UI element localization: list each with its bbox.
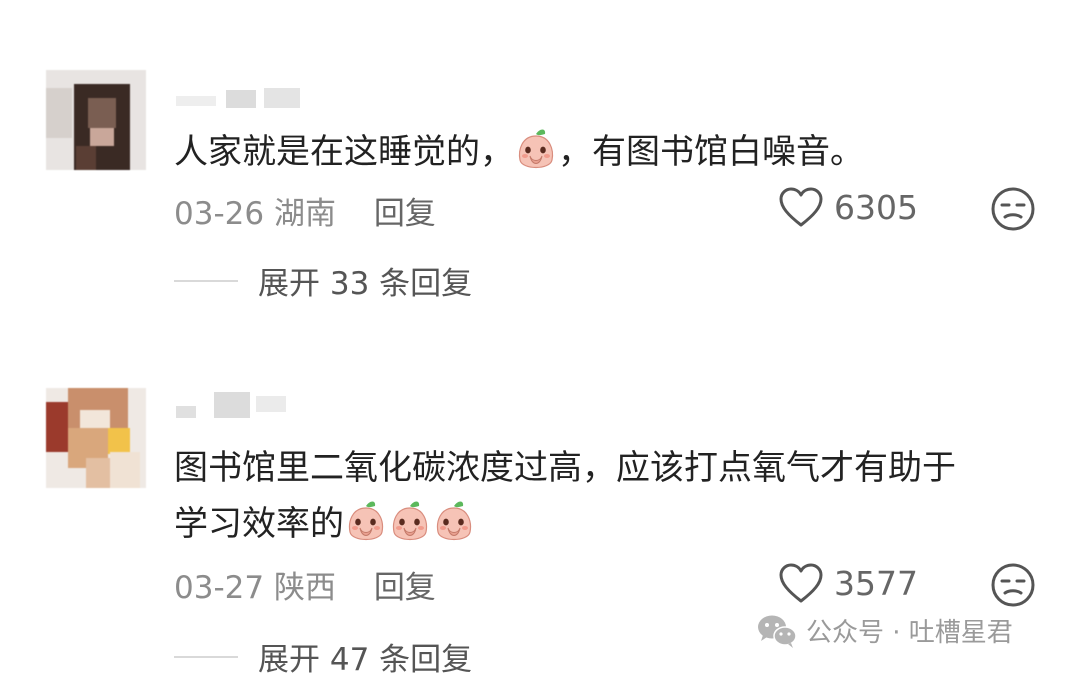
divider-line bbox=[174, 655, 238, 658]
wechat-icon bbox=[758, 615, 797, 648]
dislike-face-icon[interactable] bbox=[990, 562, 1036, 608]
comment-date: 03-27 bbox=[174, 570, 265, 606]
heart-icon bbox=[779, 563, 823, 603]
peach-emoji-icon bbox=[348, 500, 384, 541]
reply-button[interactable]: 回复 bbox=[374, 570, 436, 606]
username-blurred[interactable] bbox=[176, 392, 296, 418]
comment-text-part: 学习效率的 bbox=[174, 504, 344, 544]
comment-meta: 03-27 陕西 回复 bbox=[174, 562, 436, 607]
watermark: 公众号 · 吐槽星君 bbox=[756, 612, 1013, 649]
peach-emoji-icon bbox=[436, 500, 472, 541]
comment-text: 图书馆里二氧化碳浓度过高，应该打点氧气才有助于 学习效率的 bbox=[174, 440, 956, 552]
peach-emoji-icon bbox=[392, 500, 428, 541]
watermark-text: 公众号 · 吐槽星君 bbox=[806, 618, 1013, 648]
like-button[interactable]: 3577 bbox=[778, 562, 918, 604]
comment-item: 图书馆里二氧化碳浓度过高，应该打点氧气才有助于 学习效率的 03-27 陕西 回… bbox=[0, 0, 1080, 679]
expand-replies[interactable]: 展开 47 条回复 bbox=[174, 634, 472, 679]
like-count: 3577 bbox=[834, 563, 918, 603]
expand-replies-label: 展开 47 条回复 bbox=[258, 642, 473, 678]
avatar[interactable] bbox=[46, 388, 146, 488]
comment-location: 陕西 bbox=[273, 570, 336, 606]
comment-text-line: 图书馆里二氧化碳浓度过高，应该打点氧气才有助于 bbox=[174, 448, 956, 488]
comment-text-line: 学习效率的 bbox=[174, 496, 956, 552]
